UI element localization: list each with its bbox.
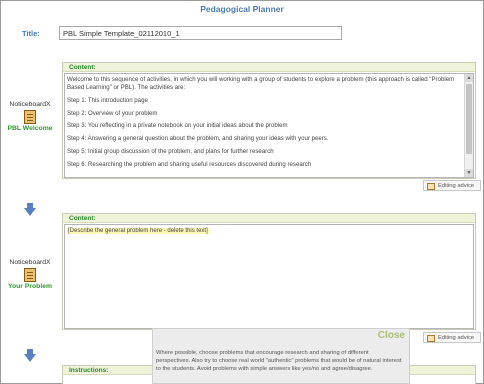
content-panel-problem: Content: [Describe the general problem h… (62, 213, 476, 330)
advice-icon (427, 334, 435, 342)
tooltip-close-button[interactable]: Close (378, 330, 405, 341)
advice-icon (427, 182, 435, 190)
scroll-thumb[interactable] (466, 84, 472, 154)
title-input[interactable] (59, 26, 342, 40)
content-paragraph: Step 2: Overview of your problem (67, 109, 158, 117)
panel-label: Content: (63, 214, 475, 223)
sequence-arrow-icon (24, 349, 36, 362)
scroll-up-icon[interactable]: ▲ (465, 74, 473, 82)
activity-tool-problem[interactable]: NoticeboardX Your Problem (4, 259, 56, 290)
content-paragraph: Step 1: This introduction page (67, 96, 148, 104)
noticeboard-icon (24, 110, 36, 124)
editing-advice-button[interactable]: Editing advice (423, 180, 481, 191)
content-editor[interactable]: [Describe the general problem here - del… (64, 224, 474, 329)
activity-tool-welcome[interactable]: NoticeboardX PBL Welcome (4, 101, 56, 132)
tooltip-text: Where possible, choose problems that enc… (156, 350, 402, 372)
tool-name: NoticeboardX (9, 259, 51, 266)
tool-label: PBL Welcome (7, 125, 53, 132)
content-paragraph: Step 6: Researching the problem and shar… (67, 160, 312, 168)
editing-advice-button[interactable]: Editing advice (423, 332, 481, 343)
page-title: Pedagogical Planner (200, 4, 284, 14)
vertical-scrollbar[interactable]: ▲ ▼ (464, 74, 473, 177)
panel-label: Content: (63, 63, 475, 72)
placeholder-text: [Describe the general problem here - del… (67, 228, 209, 234)
sequence-arrow-icon (24, 203, 36, 216)
content-paragraph: Step 5: Initial group discussion of the … (67, 147, 274, 155)
title-label: Title: (22, 29, 40, 38)
scroll-down-icon[interactable]: ▼ (465, 169, 473, 177)
editing-advice-label: Editing advice (438, 335, 475, 341)
content-paragraph: Step 4: Answering a general question abo… (67, 135, 329, 143)
editing-advice-label: Editing advice (438, 183, 475, 189)
content-paragraph: Step 3: You reflecting in a private note… (67, 122, 288, 130)
tool-name: NoticeboardX (9, 101, 51, 108)
editing-advice-tooltip: Close Where possible, choose problems th… (152, 328, 410, 384)
content-paragraph: Welcome to this sequence of activities, … (67, 76, 455, 91)
content-panel-welcome: Content: Welcome to this sequence of act… (62, 62, 476, 179)
noticeboard-icon (24, 268, 36, 282)
content-editor[interactable]: Welcome to this sequence of activities, … (64, 73, 474, 178)
tool-label: Your Problem (7, 283, 53, 290)
